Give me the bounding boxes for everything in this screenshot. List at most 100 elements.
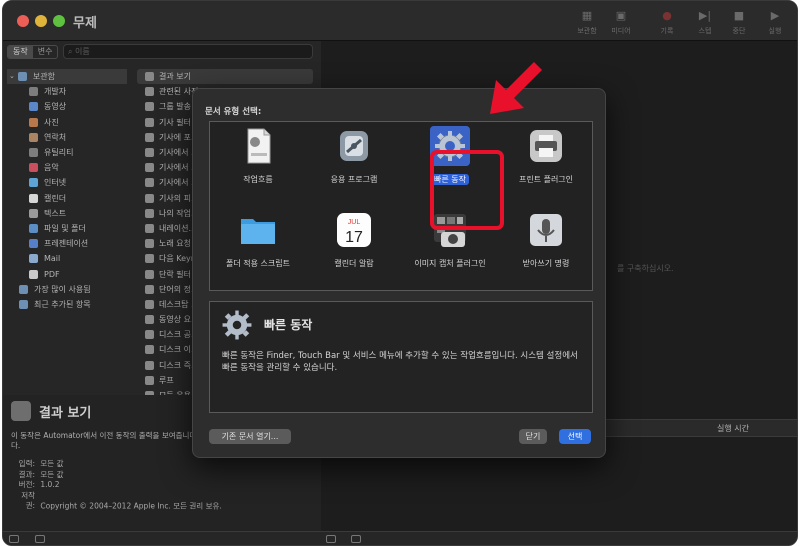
meta-row: 결과: 모든 값 bbox=[15, 470, 222, 481]
selection-highlight-box bbox=[430, 150, 504, 230]
category-label: 최근 추가된 항목 bbox=[34, 299, 91, 309]
toolbar-media-button[interactable]: ▣ 미디어 bbox=[603, 9, 639, 39]
type-application[interactable]: 응용 프로그램 bbox=[306, 122, 402, 206]
action-icon bbox=[145, 223, 154, 233]
action-label: 루프 bbox=[159, 375, 174, 385]
toolbar-library-button[interactable]: ▦ 보관함 bbox=[569, 9, 605, 39]
action-icon bbox=[145, 360, 154, 370]
automator-app-icon bbox=[340, 131, 368, 161]
log-column-duration: 실행 시간 bbox=[717, 424, 749, 433]
category-item[interactable]: 유틸리티 bbox=[9, 145, 129, 160]
toolbar-label: 기록 bbox=[660, 27, 674, 35]
action-icon bbox=[145, 269, 154, 279]
document-type-grid: 작업흐름 응용 프로그램 빠른 동작 프린트 플러그인 폴더 적용 스크립트 J… bbox=[209, 121, 593, 291]
action-icon bbox=[145, 299, 154, 309]
media-icon: ▣ bbox=[615, 9, 627, 22]
action-item[interactable]: 결과 보기 bbox=[137, 69, 313, 85]
toolbar-stop-button[interactable]: ■ 중단 bbox=[721, 9, 757, 39]
action-label: 기사 필터 bbox=[159, 117, 191, 127]
log-view-icon[interactable] bbox=[351, 535, 361, 543]
stop-icon: ■ bbox=[733, 9, 745, 22]
category-item[interactable]: 동영상 bbox=[9, 99, 129, 114]
category-item[interactable]: ⌄ 보관함 bbox=[7, 69, 127, 85]
pdf-icon bbox=[29, 269, 38, 279]
tab-actions[interactable]: 동작 bbox=[8, 46, 33, 58]
search-icon: ⌕ bbox=[68, 47, 73, 56]
type-print-plugin[interactable]: 프린트 플러그인 bbox=[498, 122, 594, 206]
action-menu-icon[interactable] bbox=[9, 535, 19, 543]
toolbar-record-button[interactable]: ● 기록 bbox=[649, 9, 685, 39]
meta-row: 입력: 모든 값 bbox=[15, 459, 222, 470]
category-item[interactable]: 연락처 bbox=[9, 130, 129, 145]
type-label: 캘린더 알람 bbox=[334, 259, 374, 268]
toolbar-step-button[interactable]: ▶| 스텝 bbox=[687, 9, 723, 39]
title-bar: 무제 ▦ 보관함 ▣ 미디어 ● 기록 ▶| 스텝 ■ 중단 ▶ 실행 bbox=[3, 1, 797, 41]
action-icon bbox=[145, 315, 154, 325]
disclosure-icon: ⌄ bbox=[9, 72, 15, 81]
close-button[interactable]: 닫기 bbox=[519, 429, 547, 444]
smart-folder-icon bbox=[19, 284, 28, 294]
toolbar-label: 스텝 bbox=[698, 27, 712, 35]
zoom-window-button[interactable] bbox=[53, 15, 65, 27]
list-view-icon[interactable] bbox=[326, 535, 336, 543]
category-item[interactable]: 음악 bbox=[9, 160, 129, 175]
mail-icon bbox=[29, 254, 38, 264]
action-label: 단락 필터 bbox=[159, 269, 191, 279]
type-label: 작업흐름 bbox=[243, 175, 273, 184]
search-input[interactable]: ⌕ 이름 bbox=[63, 44, 313, 59]
meta-key: 저작권: bbox=[21, 490, 35, 511]
category-item[interactable]: 가장 많이 사용됨 bbox=[9, 282, 129, 297]
calendar-icon: JUL 17 bbox=[337, 213, 371, 247]
type-label: 응용 프로그램 bbox=[330, 175, 378, 184]
action-label: 노래 요청 bbox=[159, 239, 191, 249]
toolbar-run-button[interactable]: ▶ 실행 bbox=[757, 9, 793, 39]
category-item[interactable]: Mail bbox=[9, 251, 129, 266]
category-label: 파일 및 폴더 bbox=[44, 223, 86, 233]
action-icon bbox=[145, 132, 154, 142]
tab-variables[interactable]: 변수 bbox=[33, 46, 58, 58]
calendar-icon bbox=[29, 193, 38, 203]
action-label: 그룹 발송 bbox=[159, 102, 191, 112]
finder-icon bbox=[29, 223, 38, 233]
category-label: 텍스트 bbox=[44, 208, 67, 218]
action-icon bbox=[145, 178, 154, 188]
category-list: ⌄ 보관함 개발자 동영상 사진 연락처 유틸리티 음악 인터넷 캘린더 텍스트 … bbox=[7, 69, 129, 312]
action-icon bbox=[145, 330, 154, 340]
close-window-button[interactable] bbox=[17, 15, 29, 27]
category-item[interactable]: 최근 추가된 항목 bbox=[9, 297, 129, 312]
type-folder-action[interactable]: 폴더 적용 스크립트 bbox=[210, 206, 306, 290]
internet-icon bbox=[29, 178, 38, 188]
choose-button[interactable]: 선택 bbox=[559, 429, 591, 444]
action-icon bbox=[145, 345, 154, 355]
description-toggle-icon[interactable] bbox=[35, 535, 45, 543]
category-item[interactable]: 파일 및 폴더 bbox=[9, 221, 129, 236]
action-icon bbox=[145, 163, 154, 173]
microphone-icon bbox=[530, 214, 562, 246]
action-label: 결과 보기 bbox=[159, 72, 191, 82]
utility-icon bbox=[29, 148, 38, 158]
window-title: 무제 bbox=[73, 16, 97, 31]
search-placeholder: 이름 bbox=[75, 47, 90, 56]
category-item[interactable]: 프레젠테이션 bbox=[9, 236, 129, 251]
type-workflow[interactable]: 작업흐름 bbox=[210, 122, 306, 206]
action-label: 내레이션... bbox=[159, 223, 197, 233]
photo-icon bbox=[29, 117, 38, 127]
minimize-window-button[interactable] bbox=[35, 15, 47, 27]
category-item[interactable]: 개발자 bbox=[9, 84, 129, 99]
open-existing-document-button[interactable]: 기존 문서 열기... bbox=[209, 429, 291, 444]
type-calendar-alarm[interactable]: JUL 17 캘린더 알람 bbox=[306, 206, 402, 290]
type-dictation-command[interactable]: 받아쓰기 명령 bbox=[498, 206, 594, 290]
category-item[interactable]: 텍스트 bbox=[9, 206, 129, 221]
description-header: 결과 보기 bbox=[11, 401, 91, 421]
developer-icon bbox=[29, 87, 38, 97]
action-icon bbox=[145, 254, 154, 264]
category-item[interactable]: 인터넷 bbox=[9, 175, 129, 190]
category-item[interactable]: 캘린더 bbox=[9, 191, 129, 206]
category-item[interactable]: 사진 bbox=[9, 115, 129, 130]
category-label: PDF bbox=[44, 269, 60, 279]
category-item[interactable]: PDF bbox=[9, 266, 129, 281]
description-meta: 입력: 모든 값 결과: 모든 값 버전: 1.0.2 저작권: Copyrig… bbox=[15, 459, 222, 512]
category-label: 보관함 bbox=[32, 72, 55, 82]
meta-key: 버전: bbox=[18, 480, 35, 489]
meta-key: 입력: bbox=[18, 459, 35, 468]
